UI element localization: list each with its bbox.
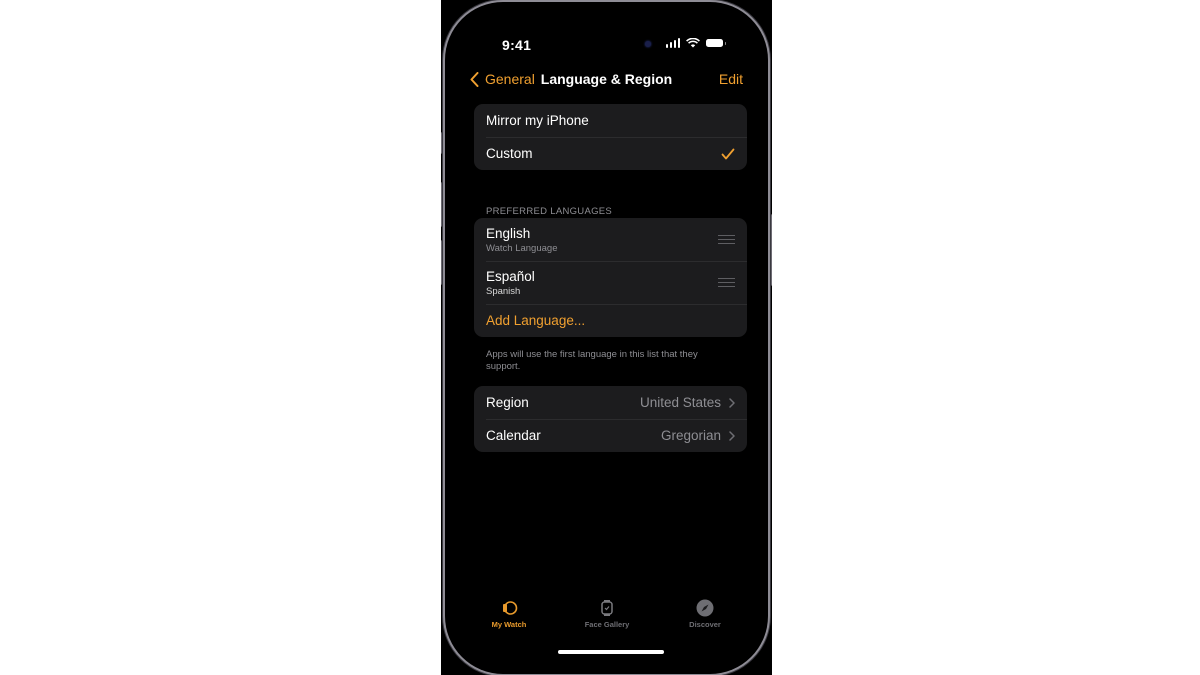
action-button	[441, 132, 442, 154]
compass-icon	[696, 599, 714, 617]
chevron-right-icon	[729, 430, 735, 441]
cellular-signal-icon	[665, 38, 680, 48]
region-calendar-group: Region United States Calendar Gregorian	[474, 386, 747, 452]
volume-up-button	[441, 182, 442, 227]
language-mode-group: Mirror my iPhone Custom	[474, 104, 747, 170]
watch-app-screen: 9:41 General Language & Region Edit Mirr…	[452, 9, 761, 667]
language-detail: Watch Language	[486, 242, 558, 254]
calendar-row[interactable]: Calendar Gregorian	[474, 419, 747, 452]
back-button[interactable]: General	[470, 71, 535, 87]
tab-label: Face Gallery	[584, 620, 630, 629]
row-label: Calendar	[486, 428, 541, 443]
edit-button[interactable]: Edit	[719, 71, 743, 87]
watch-face-icon	[601, 600, 613, 616]
home-indicator[interactable]	[558, 650, 664, 654]
status-time: 9:41	[502, 37, 532, 53]
tab-discover[interactable]: Discover	[660, 599, 750, 629]
front-camera	[645, 41, 651, 47]
tab-label: Discover	[689, 620, 721, 629]
tab-bar: My Watch Face Gallery Discover	[452, 599, 761, 639]
volume-down-button	[441, 240, 442, 285]
tab-label: My Watch	[491, 620, 527, 629]
side-button	[771, 214, 772, 286]
option-label: Custom	[486, 146, 533, 161]
section-header-preferred-languages: PREFERRED LANGUAGES	[486, 206, 613, 217]
option-label: Mirror my iPhone	[486, 113, 589, 128]
back-label: General	[485, 71, 535, 87]
status-icons	[665, 38, 726, 48]
option-custom[interactable]: Custom	[474, 137, 747, 170]
row-label: Region	[486, 395, 529, 410]
option-mirror-iphone[interactable]: Mirror my iPhone	[474, 104, 747, 137]
language-detail: Spanish	[486, 285, 521, 297]
language-name: English	[486, 225, 531, 241]
language-row-espanol[interactable]: Español Spanish	[474, 261, 747, 304]
battery-icon	[706, 39, 726, 47]
tab-face-gallery[interactable]: Face Gallery	[562, 599, 652, 629]
add-language-label: Add Language...	[486, 313, 586, 328]
preferred-languages-group: English Watch Language Español Spanish A…	[474, 218, 747, 337]
navigation-bar: General Language & Region Edit	[452, 65, 761, 95]
chevron-left-icon	[470, 71, 479, 87]
recording-frame: 9:41 General Language & Region Edit Mirr…	[441, 0, 772, 675]
language-name: Español	[486, 268, 535, 284]
tab-my-watch[interactable]: My Watch	[464, 599, 554, 629]
languages-footnote: Apps will use the first language in this…	[486, 349, 698, 372]
row-value: United States	[639, 395, 721, 410]
add-language-button[interactable]: Add Language...	[474, 304, 747, 337]
checkmark-icon	[721, 148, 735, 159]
iphone-device: 9:41 General Language & Region Edit Mirr…	[441, 2, 772, 674]
region-row[interactable]: Region United States	[474, 386, 747, 419]
row-value: Gregorian	[660, 428, 721, 443]
language-row-english[interactable]: English Watch Language	[474, 218, 747, 261]
chevron-right-icon	[729, 397, 735, 408]
watch-side-icon	[503, 601, 518, 615]
reorder-handle-icon[interactable]	[718, 234, 735, 245]
reorder-handle-icon[interactable]	[718, 277, 735, 288]
wifi-icon	[686, 38, 700, 48]
